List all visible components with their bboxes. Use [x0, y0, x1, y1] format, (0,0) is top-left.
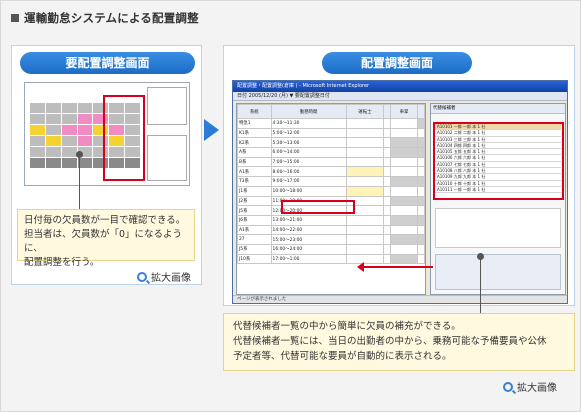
left-panel-title: 要配置調整画面: [20, 52, 195, 74]
table-row[interactable]: 特急1 4:30〜11:30: [237, 118, 425, 129]
right-zoom-label: 拡大画像: [517, 383, 557, 394]
table-row[interactable]: 27 15:00〜23:00: [237, 234, 425, 245]
table-row[interactable]: J6系 13:00〜21:00: [237, 214, 425, 226]
right-note: 代替候補者一覧の中から簡単に欠員の補充ができる。 代替候補者一覧には、当日の出勤…: [223, 313, 575, 371]
right-screenshot-thumbnail[interactable]: 配置調整・配置調整(倉庫 ) - Microsoft Internet Expl…: [232, 80, 568, 304]
left-note-line: 配置調整を行う。: [24, 257, 100, 268]
candidates-highlight-box: [433, 122, 564, 200]
figure-frame: 運輸勤怠システムによる配置調整 要配置調整画面 日付毎の欠員数が一目で確認できる…: [0, 0, 581, 412]
right-panel-title: 配置調整画面: [322, 52, 472, 74]
table-header: 車掌: [389, 104, 419, 119]
vacancy-highlight-box: [281, 200, 355, 214]
right-note-line: 代替候補者一覧の中から簡単に欠員の補充ができる。: [233, 321, 461, 332]
table-row[interactable]: B系 7:00〜15:00: [237, 156, 425, 168]
table-row[interactable]: J1系 10:00〜18:00: [237, 185, 425, 197]
table-header: [417, 104, 425, 119]
table-row[interactable]: T3系 9:00〜17:00: [237, 176, 425, 187]
right-panel: 配置調整画面 配置調整・配置調整(倉庫 ) - Microsoft Intern…: [223, 45, 575, 306]
table-row[interactable]: A1系 8:00〜16:00: [237, 166, 425, 178]
mini-side-box-top: [147, 87, 187, 125]
substitute-candidates-pane: 代替候補者 A10101 一郎 一郎 本 1 社 A10102 二郎 二郎 本 …: [430, 103, 566, 295]
red-transfer-arrow: [357, 262, 433, 272]
left-zoom-label: 拡大画像: [151, 273, 191, 284]
table-row[interactable]: K1系 5:00〜12:00: [237, 127, 425, 139]
window-date-bar: 日付 2005/12/20 (月) ▼ 要配置調整日付: [233, 92, 567, 101]
left-screenshot-thumbnail[interactable]: [24, 82, 190, 186]
table-header: [383, 104, 391, 119]
table-row[interactable]: A1系 14:00〜22:00: [237, 224, 425, 236]
table-row[interactable]: J5系 16:00〜24:00: [237, 243, 425, 255]
magnifier-icon: [137, 272, 147, 282]
right-zoom-link[interactable]: 拡大画像: [503, 379, 557, 394]
table-row[interactable]: J10系 17:00〜1:00: [237, 253, 425, 265]
left-note-line: 担当者は、欠員数が「0」になるように、: [24, 229, 183, 254]
right-note-line: 代替候補者一覧には、当日の出勤者の中から、乗務可能な予備要員や公休: [233, 336, 547, 347]
status-bar: ページが表示されました: [233, 295, 567, 303]
left-note-line: 日付毎の欠員数が一目で確認できる。: [24, 215, 186, 226]
right-connector-line: [477, 253, 484, 315]
detail-box: [435, 208, 561, 248]
table-row[interactable]: K2系 5:30〜13:00: [237, 137, 425, 149]
left-note: 日付毎の欠員数が一目で確認できる。 担当者は、欠員数が「0」になるように、 配置…: [17, 209, 195, 268]
left-connector-line: [76, 151, 83, 209]
form-box: [435, 254, 561, 290]
right-arrow-icon: [204, 119, 219, 141]
calendar-highlight-box: [103, 95, 145, 181]
section-heading: 運輸勤怠システムによる配置調整: [11, 10, 199, 26]
substitute-pane-title: 代替候補者: [431, 104, 565, 114]
square-bullet-icon: [11, 14, 19, 22]
table-header: 系統: [237, 104, 272, 119]
left-zoom-link[interactable]: 拡大画像: [137, 269, 191, 284]
table-header: 勤務時間: [270, 104, 347, 119]
mini-side-box-bottom: [147, 135, 187, 181]
assignment-table: 系統 勤務時間 運転士 車掌 特急1 4:30〜11:30 K1系 5:00〜12:…: [237, 104, 425, 265]
table-row[interactable]: A系 6:00〜14:00: [237, 147, 425, 158]
magnifier-icon: [503, 382, 513, 392]
section-heading-text: 運輸勤怠システムによる配置調整: [24, 11, 199, 25]
window-title-bar: 配置調整・配置調整(倉庫 ) - Microsoft Internet Expl…: [233, 81, 567, 92]
table-header: 運転士: [345, 104, 385, 119]
right-note-line: 予定者等、代替可能な要員が自動的に表示される。: [233, 351, 452, 362]
